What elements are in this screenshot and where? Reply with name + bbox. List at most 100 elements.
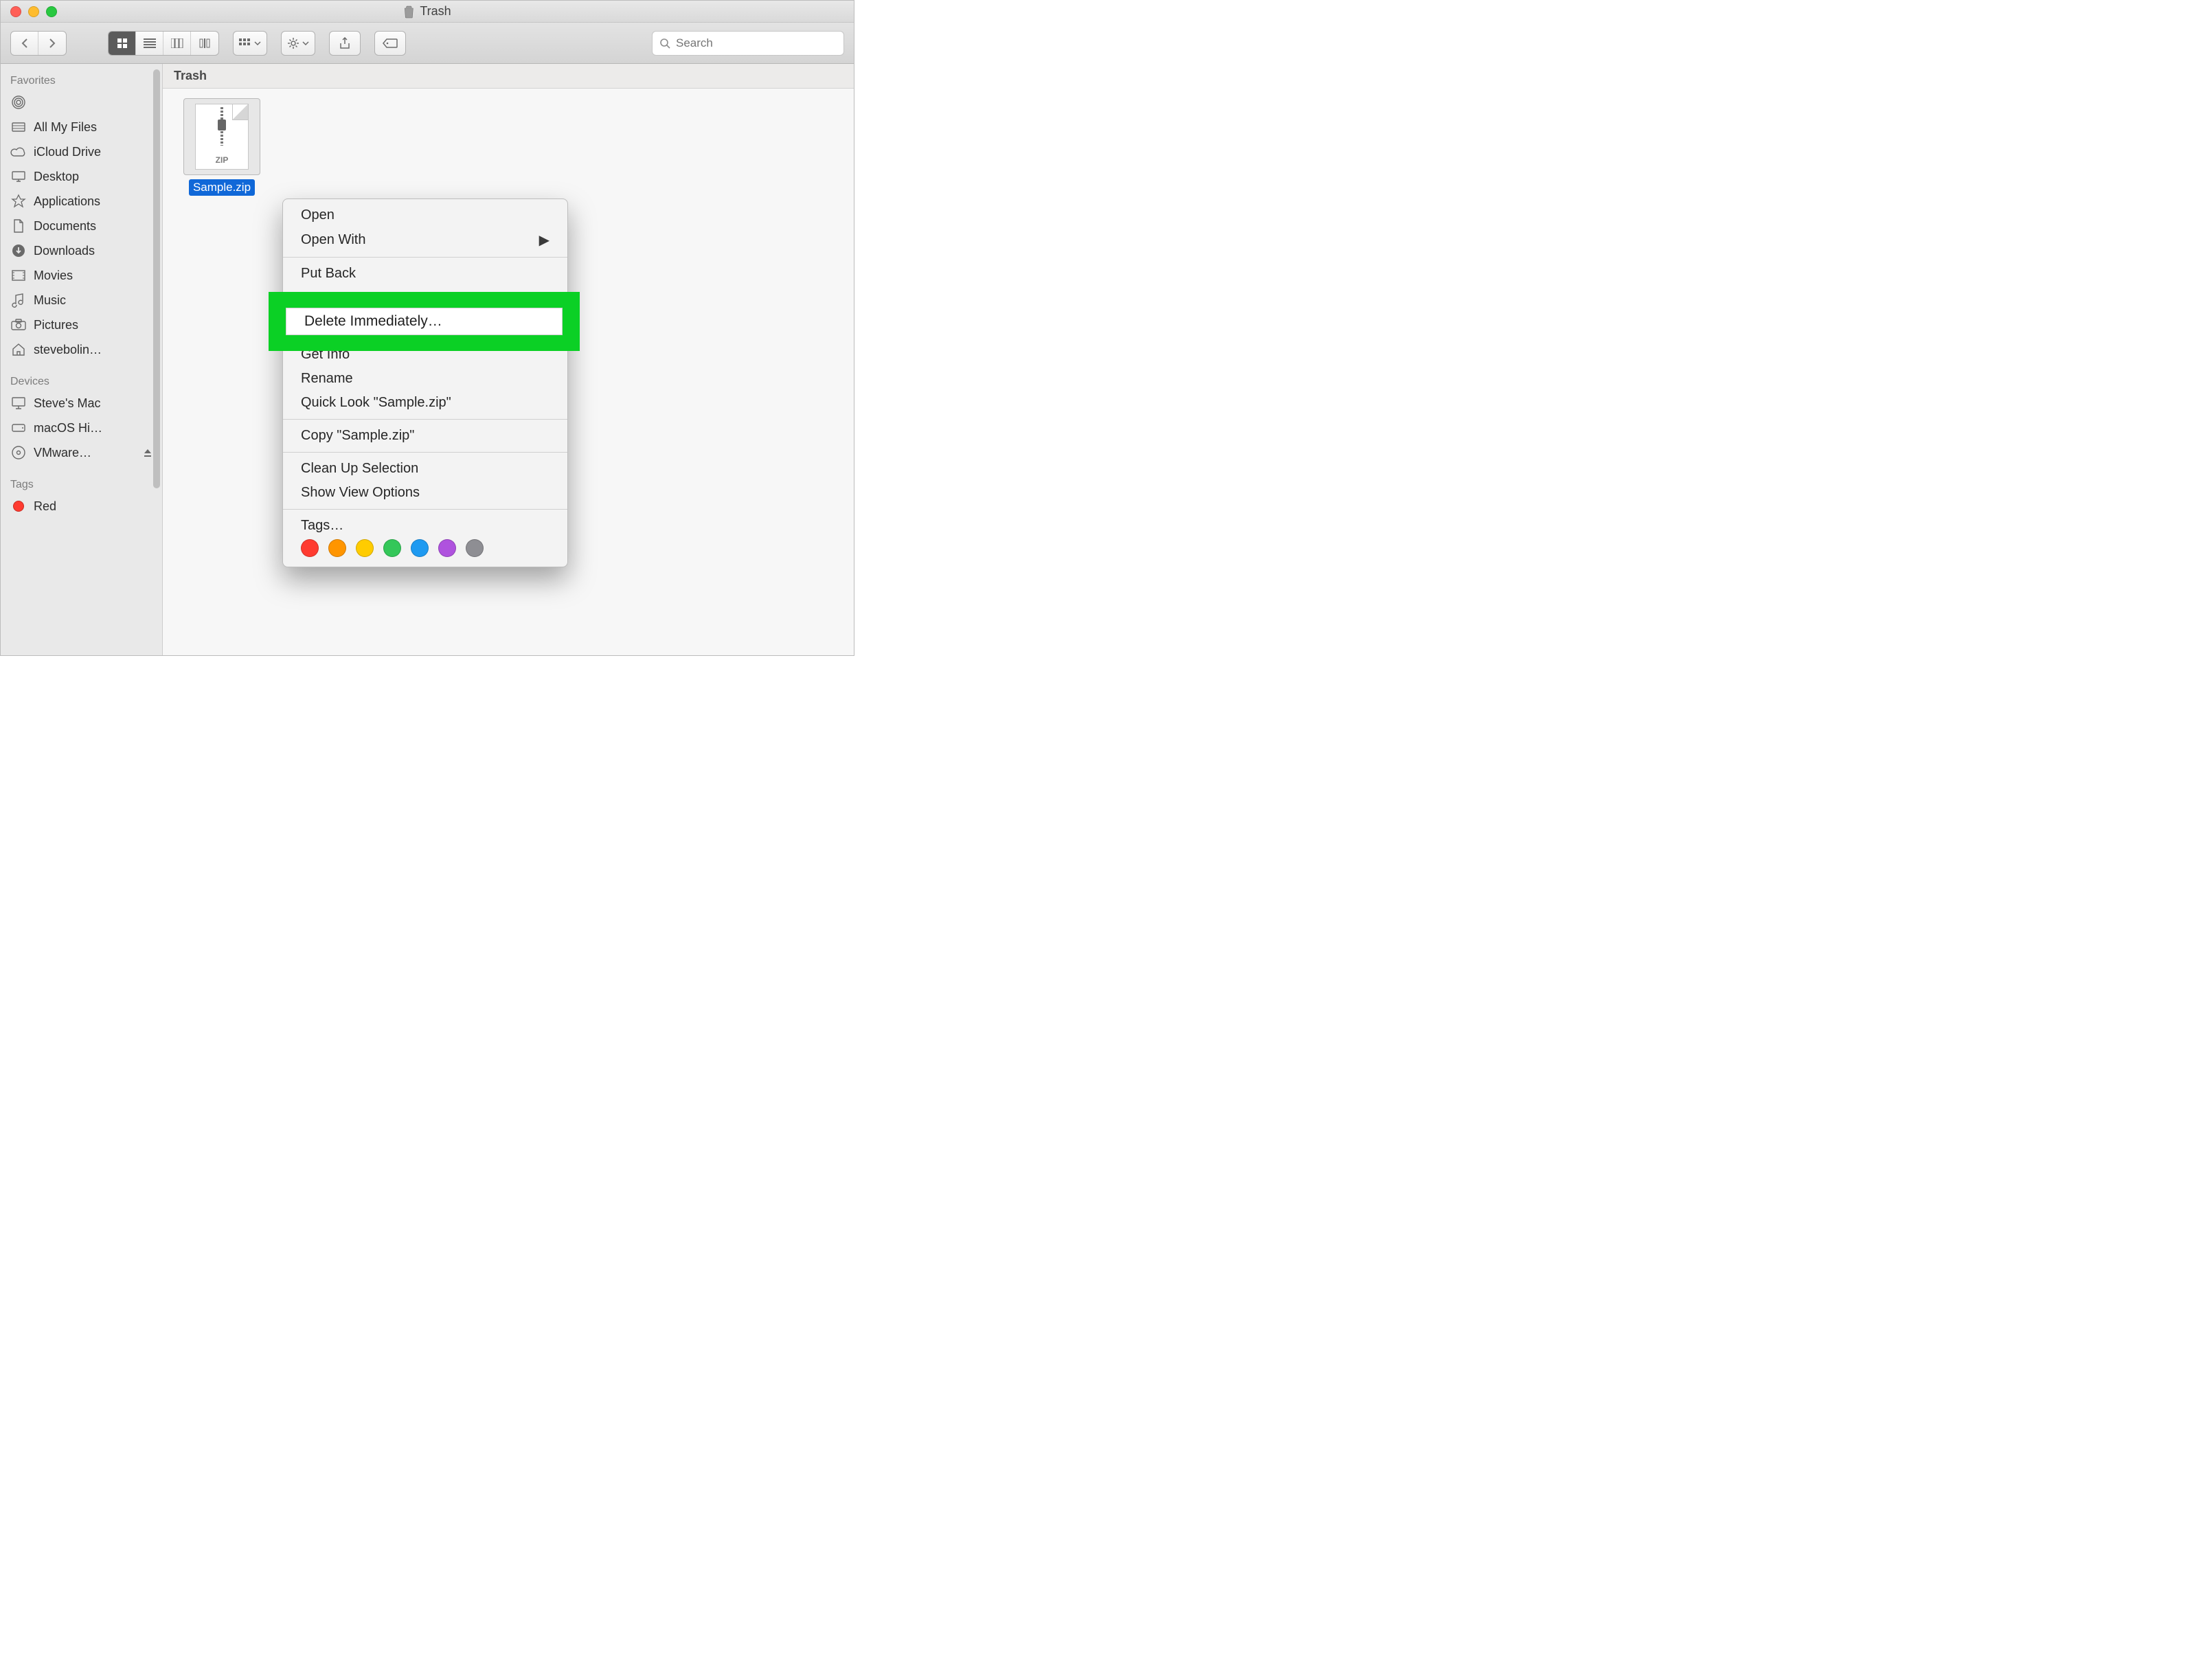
sidebar-item-desktop[interactable]: Desktop xyxy=(1,164,162,189)
file-type-label: ZIP xyxy=(216,155,229,165)
context-menu-open-with[interactable]: Open With ▶ xyxy=(283,227,567,253)
sidebar-item-label: macOS Hi… xyxy=(34,421,102,435)
context-menu-copy[interactable]: Copy "Sample.zip" xyxy=(283,424,567,448)
search-field[interactable] xyxy=(652,31,844,56)
sidebar-item-pictures[interactable]: Pictures xyxy=(1,313,162,337)
sidebar-item-label: Downloads xyxy=(34,244,95,258)
applications-icon xyxy=(10,193,27,209)
sidebar-item-label: VMware… xyxy=(34,446,91,460)
action-dropdown[interactable] xyxy=(281,31,315,56)
annotation-highlight: Delete Immediately… xyxy=(269,292,580,351)
sidebar-scrollbar[interactable] xyxy=(153,69,160,488)
context-menu-separator xyxy=(283,452,567,453)
gear-icon xyxy=(287,37,299,49)
all-my-files-icon xyxy=(10,119,27,135)
music-icon xyxy=(10,292,27,308)
tag-color-red[interactable] xyxy=(301,539,319,557)
tags-button[interactable] xyxy=(374,31,406,56)
sidebar-item-icloud[interactable]: iCloud Drive xyxy=(1,139,162,164)
sidebar-item-all-my-files[interactable]: All My Files xyxy=(1,115,162,139)
sidebar-item-movies[interactable]: Movies xyxy=(1,263,162,288)
traffic-lights xyxy=(10,6,57,17)
view-gallery-button[interactable] xyxy=(191,32,218,55)
sidebar-item-label: Movies xyxy=(34,269,73,283)
documents-icon xyxy=(10,218,27,234)
context-menu-tags[interactable]: Tags… xyxy=(283,514,567,534)
tag-color-orange[interactable] xyxy=(328,539,346,557)
sidebar-item-label: Steve's Mac xyxy=(34,396,100,411)
icloud-icon xyxy=(10,144,27,160)
file-item-sample-zip[interactable]: ZIP Sample.zip xyxy=(178,98,266,196)
imac-icon xyxy=(10,395,27,411)
sidebar-item-label: stevebolin… xyxy=(34,343,102,357)
toolbar xyxy=(1,23,854,64)
sidebar-item-label: Documents xyxy=(34,219,96,234)
sidebar: Favorites All My Files iCloud Drive Desk… xyxy=(1,64,163,655)
path-label: Trash xyxy=(174,69,207,83)
close-window-button[interactable] xyxy=(10,6,21,17)
sidebar-item-label: Pictures xyxy=(34,318,78,332)
nav-back-forward xyxy=(10,31,67,56)
sidebar-item-label: Music xyxy=(34,293,66,308)
path-bar: Trash xyxy=(163,64,854,89)
context-menu-clean-up[interactable]: Clean Up Selection xyxy=(283,457,567,481)
search-input[interactable] xyxy=(676,36,837,50)
sidebar-item-downloads[interactable]: Downloads xyxy=(1,238,162,263)
file-name-label[interactable]: Sample.zip xyxy=(189,179,255,196)
context-menu: Open Open With ▶ Put Back Delete Immedia… xyxy=(282,198,568,567)
eject-icon[interactable] xyxy=(143,448,152,457)
tag-color-blue[interactable] xyxy=(411,539,429,557)
sidebar-item-system-disk[interactable]: macOS Hi… xyxy=(1,416,162,440)
sidebar-item-applications[interactable]: Applications xyxy=(1,189,162,214)
window-title: Trash xyxy=(403,4,451,19)
sidebar-item-documents[interactable]: Documents xyxy=(1,214,162,238)
sidebar-item-label: iCloud Drive xyxy=(34,145,101,159)
chevron-down-icon xyxy=(254,41,261,45)
sidebar-item-vmware-volume[interactable]: VMware… xyxy=(1,440,162,465)
chevron-down-icon xyxy=(302,41,309,45)
view-icons-button[interactable] xyxy=(109,32,136,55)
tag-red-icon xyxy=(10,498,27,514)
zipper-icon xyxy=(218,107,225,146)
sidebar-item-home[interactable]: stevebolin… xyxy=(1,337,162,362)
minimize-window-button[interactable] xyxy=(28,6,39,17)
context-menu-delete-immediately[interactable]: Delete Immediately… xyxy=(286,308,563,335)
sidebar-item-music[interactable]: Music xyxy=(1,288,162,313)
sidebar-item-airdrop[interactable] xyxy=(1,90,162,115)
share-button[interactable] xyxy=(329,31,361,56)
sidebar-section-devices: Devices xyxy=(1,372,162,391)
back-button[interactable] xyxy=(11,32,38,55)
context-menu-quick-look[interactable]: Quick Look "Sample.zip" xyxy=(283,391,567,415)
tag-color-gray[interactable] xyxy=(466,539,484,557)
forward-button[interactable] xyxy=(38,32,66,55)
context-menu-view-options[interactable]: Show View Options xyxy=(283,481,567,505)
tag-color-yellow[interactable] xyxy=(356,539,374,557)
context-menu-open[interactable]: Open xyxy=(283,203,567,227)
context-menu-tag-colors xyxy=(283,534,567,558)
sidebar-item-label: Desktop xyxy=(34,170,79,184)
disc-icon xyxy=(10,444,27,461)
tag-color-purple[interactable] xyxy=(438,539,456,557)
movies-icon xyxy=(10,267,27,284)
arrange-dropdown[interactable] xyxy=(233,31,267,56)
context-menu-put-back[interactable]: Put Back xyxy=(283,262,567,286)
sidebar-item-label: Red xyxy=(34,499,56,514)
file-thumbnail: ZIP xyxy=(183,98,260,175)
sidebar-item-tag-red[interactable]: Red xyxy=(1,494,162,519)
desktop-icon xyxy=(10,168,27,185)
finder-window: Trash xyxy=(0,0,854,656)
title-bar: Trash xyxy=(1,1,854,23)
airdrop-icon xyxy=(10,94,27,111)
tag-icon xyxy=(383,38,398,48)
view-list-button[interactable] xyxy=(136,32,163,55)
home-icon xyxy=(10,341,27,358)
sidebar-item-this-mac[interactable]: Steve's Mac xyxy=(1,391,162,416)
view-mode-segment xyxy=(108,31,219,56)
context-menu-rename[interactable]: Rename xyxy=(283,367,567,391)
sidebar-section-tags: Tags xyxy=(1,475,162,494)
context-menu-separator xyxy=(283,257,567,258)
view-columns-button[interactable] xyxy=(163,32,191,55)
sidebar-item-label: All My Files xyxy=(34,120,97,135)
tag-color-green[interactable] xyxy=(383,539,401,557)
zoom-window-button[interactable] xyxy=(46,6,57,17)
